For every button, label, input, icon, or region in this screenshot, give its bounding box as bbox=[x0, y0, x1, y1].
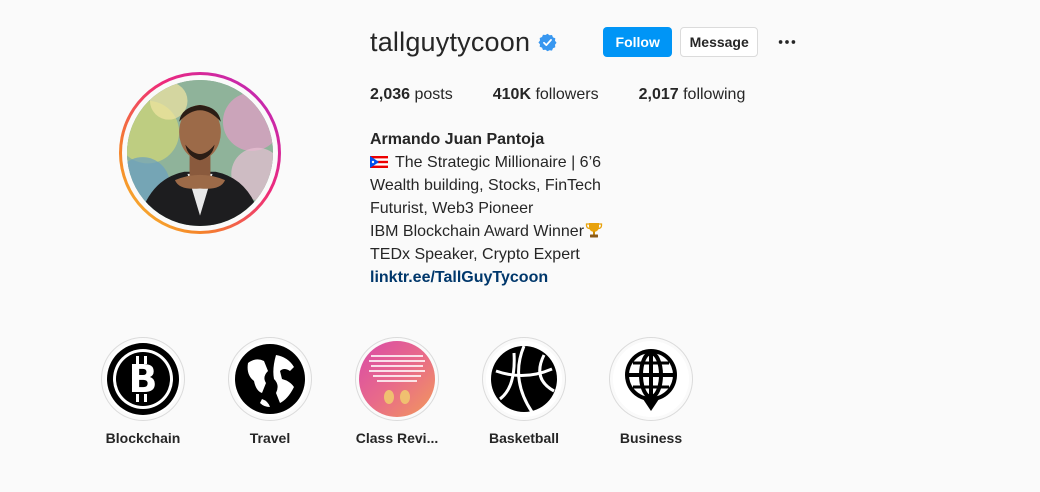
class-review-thumbnail bbox=[359, 341, 435, 417]
highlight-label: Class Revi... bbox=[355, 430, 439, 446]
profile-stats: 2,036 posts 410K followers 2,017 followi… bbox=[370, 86, 745, 104]
puerto-rico-flag-icon bbox=[370, 152, 388, 168]
follow-button[interactable]: Follow bbox=[603, 27, 673, 57]
profile-header-row: tallguytycoon Follow Message bbox=[370, 26, 799, 58]
bio-line-5: TEDx Speaker, Crypto Expert bbox=[370, 246, 580, 263]
highlight-ring bbox=[228, 337, 312, 421]
profile-avatar-ring[interactable] bbox=[119, 72, 281, 234]
bio-line-1: The Strategic Millionaire | 6’6 bbox=[370, 151, 603, 174]
following-count-value: 2,017 bbox=[638, 86, 679, 103]
followers-count-label: followers bbox=[535, 86, 599, 103]
bio-line-3: Futurist, Web3 Pioneer bbox=[370, 200, 534, 217]
bio-line-1-text: The Strategic Millionaire | 6’6 bbox=[395, 154, 602, 171]
bitcoin-icon: B bbox=[105, 341, 181, 417]
highlight-blockchain[interactable]: B Blockchain bbox=[100, 337, 186, 446]
profile-username: tallguytycoon bbox=[370, 26, 531, 57]
avatar-gap bbox=[122, 75, 278, 231]
highlight-ring bbox=[482, 337, 566, 421]
highlight-label: Travel bbox=[249, 430, 291, 446]
story-highlights: B Blockchain Travel Class Revi... Basket… bbox=[100, 337, 694, 446]
highlight-label: Business bbox=[619, 430, 683, 446]
highlight-business[interactable]: Business bbox=[608, 337, 694, 446]
bio-line-4-text: IBM Blockchain Award Winner bbox=[370, 223, 585, 240]
globe-icon bbox=[232, 341, 308, 417]
highlight-travel[interactable]: Travel bbox=[227, 337, 313, 446]
more-options-icon[interactable] bbox=[775, 30, 799, 54]
posts-count: 2,036 posts bbox=[370, 86, 453, 104]
highlight-label: Blockchain bbox=[105, 430, 181, 446]
verified-badge-icon bbox=[538, 33, 557, 52]
profile-avatar[interactable] bbox=[127, 80, 273, 226]
trophy-icon bbox=[585, 221, 603, 239]
message-button[interactable]: Message bbox=[680, 27, 759, 57]
profile-bio: Armando Juan Pantoja The Strategic Milli… bbox=[370, 128, 603, 289]
highlight-label: Basketball bbox=[488, 430, 560, 446]
followers-count-value: 410K bbox=[492, 86, 531, 103]
highlight-ring bbox=[355, 337, 439, 421]
profile-photo bbox=[127, 80, 273, 226]
svg-text:B: B bbox=[129, 357, 158, 401]
posts-count-value: 2,036 bbox=[370, 86, 411, 103]
following-count-label: following bbox=[683, 86, 746, 103]
posts-count-label: posts bbox=[414, 86, 453, 103]
basketball-icon bbox=[486, 341, 562, 417]
highlight-ring bbox=[609, 337, 693, 421]
bio-line-4: IBM Blockchain Award Winner bbox=[370, 220, 603, 243]
highlight-class-review[interactable]: Class Revi... bbox=[354, 337, 440, 446]
bio-line-2: Wealth building, Stocks, FinTech bbox=[370, 177, 601, 194]
highlight-ring: B bbox=[101, 337, 185, 421]
following-link[interactable]: 2,017 following bbox=[639, 86, 746, 104]
profile-full-name: Armando Juan Pantoja bbox=[370, 131, 545, 148]
followers-link[interactable]: 410K followers bbox=[493, 86, 599, 104]
highlight-basketball[interactable]: Basketball bbox=[481, 337, 567, 446]
business-globe-icon bbox=[613, 341, 689, 417]
bio-website-link[interactable]: linktr.ee/TallGuyTycoon bbox=[370, 266, 603, 289]
